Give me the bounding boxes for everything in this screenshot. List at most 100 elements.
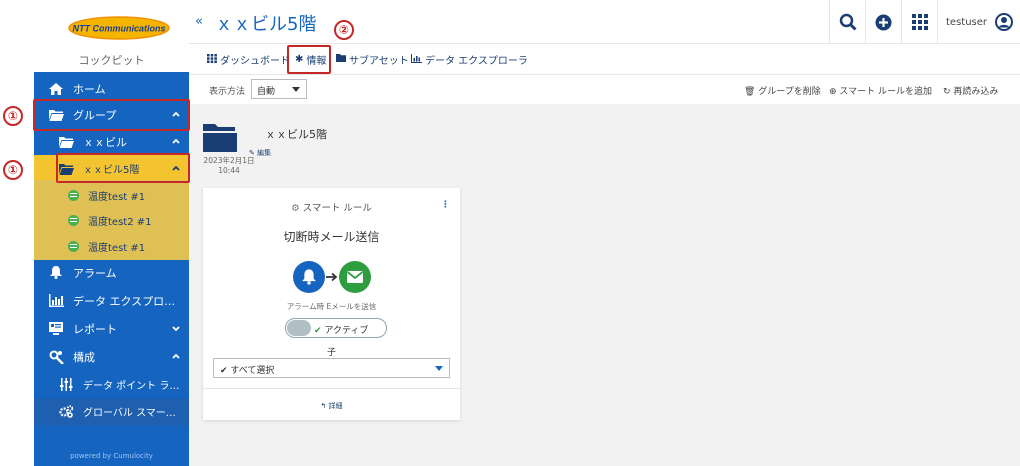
reload-label: 再読み込み — [953, 87, 999, 97]
card-header-label: スマート ルール — [302, 203, 372, 214]
sidebar: NTT Communications コックピット ホーム グループ ｘｘビル — [34, 0, 189, 466]
view-mode-value: 自動 — [257, 87, 276, 97]
group-name: ｘｘビル5階 — [265, 128, 327, 141]
sidebar-item-building[interactable]: ｘｘビル — [34, 128, 189, 155]
add-button[interactable] — [865, 0, 901, 44]
details-link[interactable]: ↰ 詳細 — [203, 401, 460, 411]
app-root: NTT Communications コックピット ホーム グループ ｘｘビル — [0, 0, 1020, 466]
tab-subassets[interactable]: サブアセット — [336, 52, 409, 67]
sidebar-leaf-device-1[interactable]: 温度test #1 — [34, 182, 189, 208]
tab-data-explorer[interactable]: データ エクスプローラ — [411, 52, 528, 67]
tab-label: データ エクスプローラ — [425, 56, 528, 67]
sidebar-item-global-smart-rules[interactable]: グローバル スマー… — [34, 398, 189, 425]
sidebar-item-label: データ エクスプロ… — [73, 294, 176, 308]
grid-icon — [911, 14, 928, 30]
device-icon — [68, 240, 79, 252]
device-icon — [68, 189, 79, 201]
home-icon — [48, 82, 64, 96]
main-content: ｘｘビル5階 ✎ 編集 2023年2月1日 10:44 ⚙ スマート ルール ⋮… — [189, 104, 1020, 466]
smart-rule-icon: ⚙ — [291, 203, 303, 214]
folder-open-icon — [58, 135, 74, 149]
toggle-text: アクティブ — [324, 326, 369, 336]
child-select-value: すべて選択 — [230, 366, 275, 376]
sidebar-leaf-device-3[interactable]: 温度test #1 — [34, 233, 189, 259]
action-toolbar: 表示方法 自動 🗑︎ グループを削除 ⊕ スマート ルールを追加 ↻ 再読み込み — [189, 74, 1020, 104]
report-icon — [48, 322, 64, 336]
collapse-sidebar-button[interactable]: « — [195, 14, 203, 29]
created-date-time: 10:44 — [218, 166, 240, 175]
sidebar-item-label: ホーム — [73, 82, 106, 96]
created-date-day: 2023年2月1日 — [203, 156, 255, 165]
caret-down-icon — [292, 87, 300, 92]
reload-button[interactable]: ↻ 再読み込み — [943, 84, 998, 97]
powered-by-text: powered by Cumulocity — [70, 452, 153, 460]
chevron-up-icon — [172, 138, 180, 144]
annotation-marker-1b: ① — [3, 160, 23, 180]
annotation-marker-1a: ① — [3, 106, 23, 126]
plus-circle-icon: ⊕ — [829, 87, 840, 97]
page-title: ｘｘビル5階 — [215, 14, 317, 35]
user-menu[interactable]: testuser — [937, 0, 1020, 44]
bar-chart-icon — [411, 53, 422, 66]
chevron-up-icon — [172, 353, 180, 359]
search-button[interactable] — [829, 0, 865, 44]
edit-label: 編集 — [257, 149, 272, 157]
plus-circle-icon — [875, 14, 892, 30]
sidebar-item-data-point-library[interactable]: データ ポイント ラ… — [34, 371, 189, 398]
trash-icon: 🗑︎ — [744, 87, 759, 97]
annotation-box-info-tab — [287, 45, 331, 74]
cockpit-label: コックピット — [78, 54, 145, 67]
check-icon: ✔ — [220, 366, 231, 376]
view-mode-label: 表示方法 — [209, 87, 246, 97]
email-icon — [339, 261, 371, 293]
sidebar-leaf-label: 温度test2 #1 — [88, 216, 152, 228]
cogs-icon — [58, 405, 74, 419]
search-icon — [839, 13, 857, 31]
check-icon: ✔ — [314, 326, 325, 336]
folder-icon — [203, 124, 237, 152]
details-label: 詳細 — [328, 402, 343, 410]
add-smart-rule-label: スマート ルールを追加 — [839, 87, 932, 97]
username: testuser — [946, 16, 988, 28]
sidebar-item-label: アラーム — [73, 266, 117, 280]
toggle-knob — [287, 320, 311, 336]
alarm-bell-icon — [293, 261, 325, 293]
reply-icon: ↰ — [320, 402, 329, 410]
delete-group-label: グループを削除 — [758, 87, 821, 97]
app-switcher-button[interactable] — [901, 0, 937, 44]
refresh-icon: ↻ — [943, 87, 954, 97]
annotation-box-building-5f — [56, 153, 190, 183]
active-toggle-label: ✔ アクティブ — [314, 323, 368, 336]
folder-icon — [336, 54, 346, 65]
child-select[interactable]: ✔ すべて選択 — [213, 358, 450, 378]
sidebar-item-alarm[interactable]: アラーム — [34, 259, 189, 286]
svg-text:NTT Communications: NTT Communications — [72, 24, 165, 34]
sidebar-item-home[interactable]: ホーム — [34, 75, 189, 102]
top-header: « ｘｘビル5階 testuser — [189, 0, 1020, 44]
arrow-right-icon — [326, 272, 338, 282]
tab-label: サブアセット — [349, 56, 409, 67]
ntt-logo: NTT Communications — [68, 16, 170, 40]
sidebar-item-report[interactable]: レポート — [34, 315, 189, 342]
user-avatar-icon — [995, 13, 1014, 31]
config-icon — [48, 350, 64, 364]
sidebar-item-data-explorer[interactable]: データ エクスプロ… — [34, 287, 189, 314]
bell-icon — [48, 266, 64, 280]
sidebar-leaf-device-2[interactable]: 温度test2 #1 — [34, 207, 189, 233]
created-date: 2023年2月1日 10:44 — [201, 156, 257, 176]
sidebar-item-config[interactable]: 構成 — [34, 343, 189, 370]
card-menu-button[interactable]: ⋮ — [441, 200, 450, 210]
sidebar-item-label: ｘｘビル — [83, 135, 127, 149]
view-mode-select[interactable]: 自動 — [251, 79, 307, 99]
sidebar-leaf-label: 温度test #1 — [88, 191, 146, 203]
grid-icon — [207, 53, 217, 66]
chevron-down-icon — [172, 326, 180, 332]
sliders-icon — [58, 378, 74, 392]
delete-group-button[interactable]: 🗑︎ グループを削除 — [744, 84, 821, 97]
sidebar-item-label: データ ポイント ラ… — [83, 381, 180, 392]
tab-dashboard[interactable]: ダッシュボード — [207, 52, 290, 67]
active-toggle[interactable]: ✔ アクティブ — [285, 318, 387, 338]
smart-rule-title: 切断時メール送信 — [283, 230, 380, 244]
smart-rule-caption: アラーム時 Eメールを送信 — [286, 302, 377, 311]
add-smart-rule-button[interactable]: ⊕ スマート ルールを追加 — [829, 84, 932, 97]
